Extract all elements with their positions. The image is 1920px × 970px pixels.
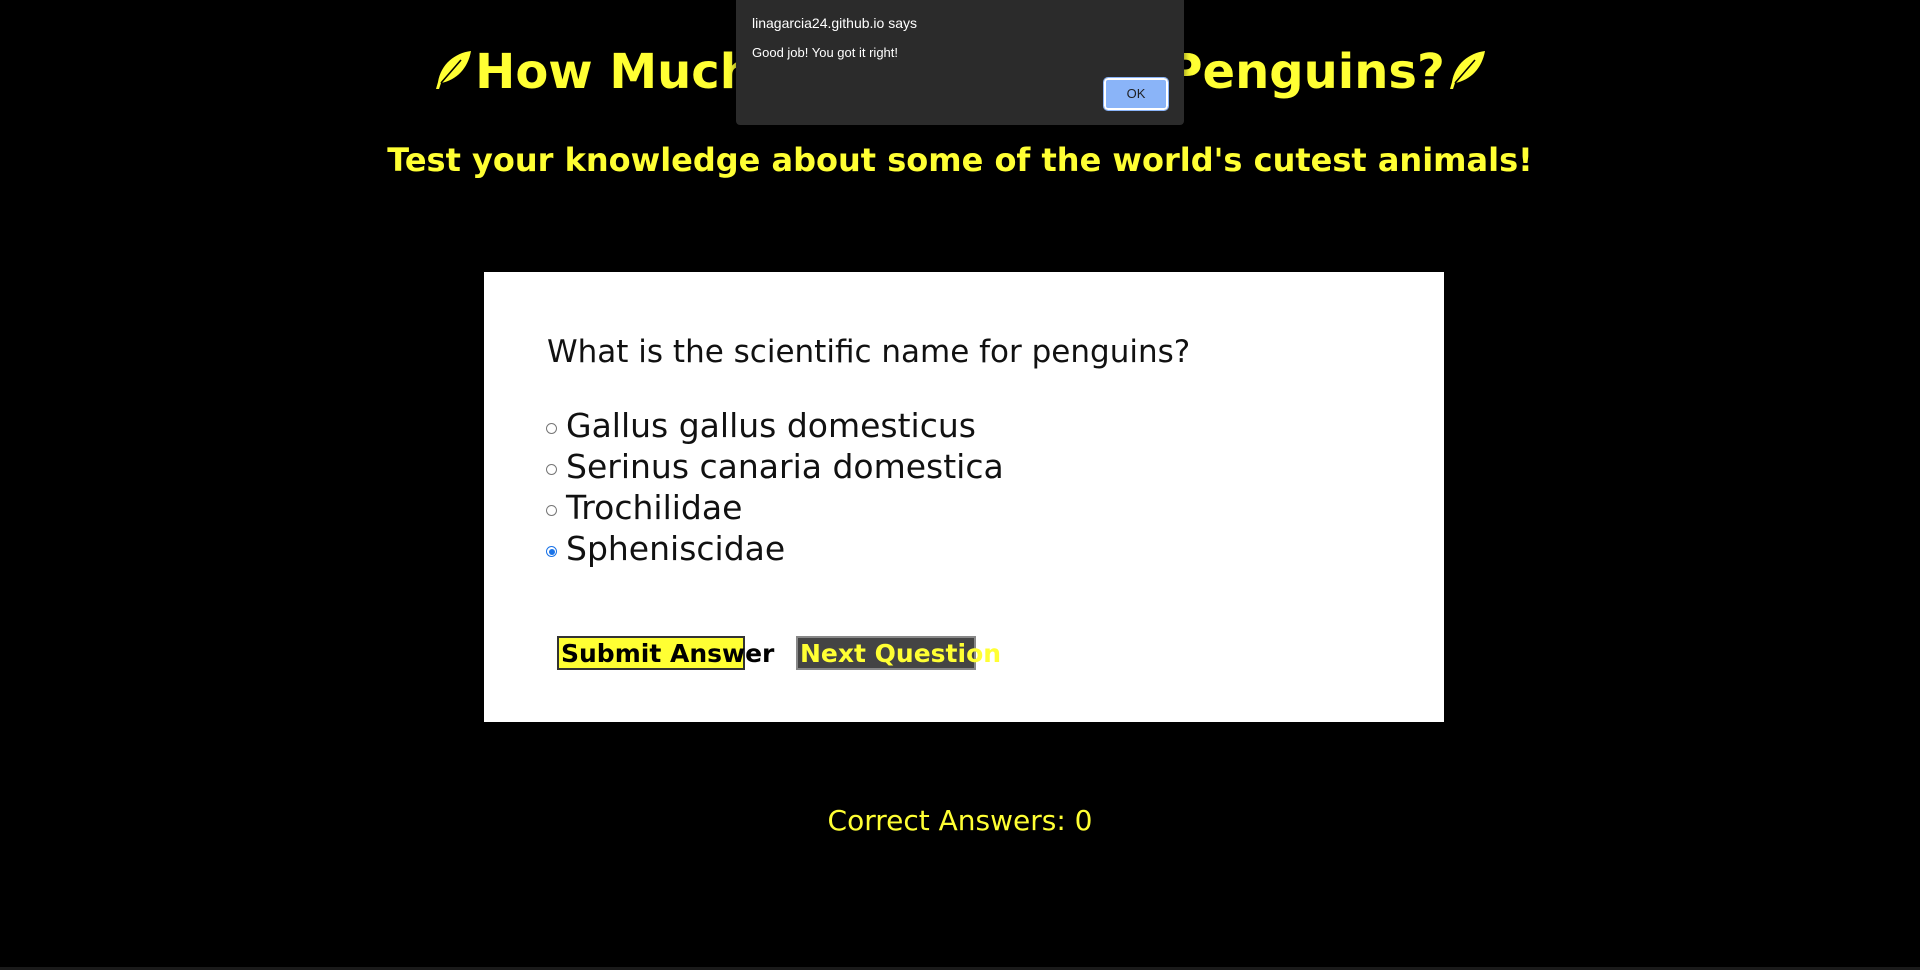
answer-option-label: Spheniscidae [566,529,786,568]
next-question-button[interactable]: Next Question [796,636,1001,670]
alert-origin: linagarcia24.github.io says [752,15,917,31]
radio-button[interactable] [546,505,557,516]
answer-option[interactable]: Gallus gallus domesticus [546,405,1004,446]
alert-message: Good job! You got it right! [752,45,898,60]
quiz-page: How Much Penguins? Test your knowledge a… [0,0,1920,970]
answer-option-label: Gallus gallus domesticus [566,406,976,445]
question-text: What is the scientific name for penguins… [547,334,1191,370]
correct-answers-counter: Correct Answers: 0 [827,804,1093,837]
quiz-card: What is the scientific name for penguins… [484,272,1444,722]
radio-button-selected[interactable] [546,546,557,557]
page-subtitle: Test your knowledge about some of the wo… [387,141,1533,179]
title-text-left: How Much [475,44,754,100]
feather-icon [436,51,472,89]
answer-option[interactable]: Spheniscidae [546,528,1004,569]
submit-answer-button[interactable]: Submit Answer [557,636,774,670]
answer-options: Gallus gallus domesticus Serinus canaria… [546,405,1004,569]
feather-icon [1449,51,1485,89]
answer-option-label: Trochilidae [566,488,743,527]
answer-option-label: Serinus canaria domestica [566,447,1004,486]
radio-button[interactable] [546,423,557,434]
radio-button[interactable] [546,464,557,475]
answer-option[interactable]: Serinus canaria domestica [546,446,1004,487]
title-text-right: Penguins? [1167,44,1445,100]
alert-dialog: linagarcia24.github.io says Good job! Yo… [736,0,1184,125]
alert-ok-button[interactable]: OK [1103,77,1169,111]
answer-option[interactable]: Trochilidae [546,487,1004,528]
